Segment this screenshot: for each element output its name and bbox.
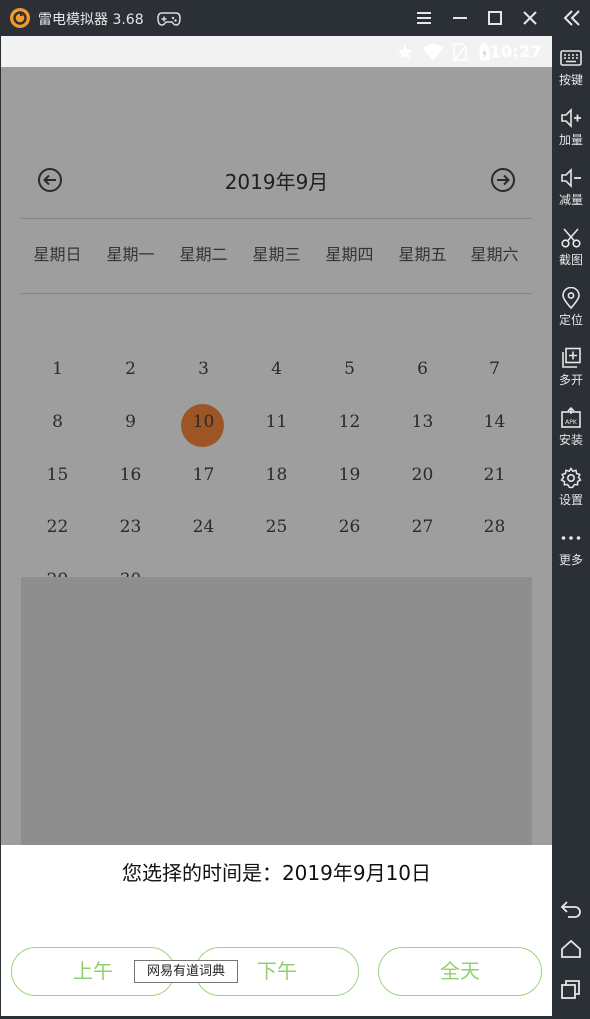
sidebar-item-label: 加量: [558, 133, 583, 147]
menu-icon[interactable]: [412, 6, 436, 30]
gamepad-icon[interactable]: [157, 9, 181, 27]
location-pin-icon: [562, 287, 580, 309]
maximize-icon[interactable]: [483, 6, 507, 30]
youdao-dict-tooltip: 网易有道词典: [134, 960, 238, 983]
multi-instance-icon: [562, 347, 581, 368]
minimize-icon[interactable]: [448, 6, 472, 30]
volume-up-icon: [561, 108, 581, 128]
emulator-sidebar: 按键 加量 减量 截图 定位 多开 APK 安装 设置 更多: [552, 0, 590, 1019]
sidebar-item-label: 减量: [558, 193, 583, 207]
sidebar-item-screenshot[interactable]: 截图: [552, 227, 590, 268]
home-icon[interactable]: [559, 937, 583, 961]
sidebar-item-volume-up[interactable]: 加量: [552, 107, 590, 148]
keyboard-icon: [560, 50, 582, 66]
window-title: 雷电模拟器 3.68: [38, 12, 144, 28]
sidebar-item-label: 更多: [558, 553, 583, 567]
sidebar-item-label: 定位: [558, 313, 583, 327]
recent-apps-icon[interactable]: [559, 977, 583, 1001]
collapse-sidebar-icon[interactable]: [559, 6, 583, 30]
back-icon[interactable]: [559, 897, 583, 921]
sidebar-item-keymap[interactable]: 按键: [552, 47, 590, 88]
selected-time-text: 您选择的时间是：2019年9月10日: [121, 861, 432, 885]
wifi-icon: [422, 44, 444, 60]
more-dots-icon: [561, 536, 581, 540]
android-screen: 10:27 2019年9月 星期日 星期一 星期二 星期三 星期四 星期五 星期六 1234…: [1, 36, 552, 1016]
sidebar-item-label: 安装: [558, 433, 583, 447]
sidebar-item-label: 截图: [558, 253, 583, 267]
sidebar-item-label: 按键: [558, 73, 583, 87]
sidebar-item-label: 多开: [558, 373, 583, 387]
android-status-bar: 10:27: [1, 36, 552, 67]
svg-text:APK: APK: [565, 419, 578, 426]
sidebar-item-label: 设置: [558, 493, 583, 507]
all-day-button[interactable]: 全天: [378, 947, 542, 996]
sidebar-item-location[interactable]: 定位: [552, 287, 590, 328]
time-picker-sheet: 您选择的时间是：2019年9月10日 上午 下午 全天: [1, 845, 552, 1016]
sidebar-item-install-apk[interactable]: APK 安装: [552, 407, 590, 448]
status-time: 10:27: [489, 42, 542, 61]
sidebar-item-volume-down[interactable]: 减量: [552, 167, 590, 208]
scissors-icon: [561, 228, 581, 248]
emulator-title-bar: 雷电模拟器 3.68: [0, 0, 590, 36]
gear-icon: [560, 467, 582, 489]
ldplayer-logo-icon: [10, 8, 30, 28]
close-icon[interactable]: [518, 6, 542, 30]
sidebar-item-settings[interactable]: 设置: [552, 467, 590, 508]
star-icon: [397, 44, 413, 59]
sidebar-item-more[interactable]: 更多: [552, 527, 590, 568]
modal-dim-overlay[interactable]: [1, 67, 552, 845]
sidebar-item-multi-instance[interactable]: 多开: [552, 347, 590, 388]
apk-install-icon: APK: [561, 407, 581, 428]
volume-down-icon: [561, 168, 581, 188]
no-sim-icon: [453, 43, 467, 61]
